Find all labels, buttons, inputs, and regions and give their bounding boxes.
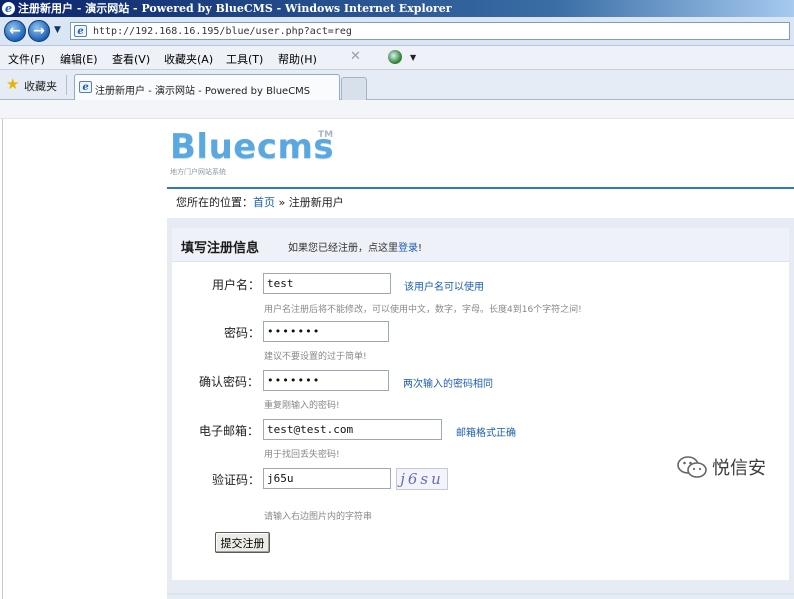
page-title: 填写注册信息: [181, 241, 260, 256]
page-icon: e: [74, 25, 87, 37]
submit-register-button[interactable]: 提交注册: [215, 532, 270, 553]
username-label: 用户名：: [212, 278, 261, 292]
login-hint-end: !: [418, 243, 423, 254]
breadcrumb-prefix: 您所在的位置：: [176, 196, 253, 209]
captcha-input[interactable]: [263, 468, 391, 489]
captcha-label: 验证码：: [212, 473, 261, 487]
breadcrumb: 您所在的位置：首页 » 注册新用户: [167, 187, 794, 211]
breadcrumb-current: 注册新用户: [288, 196, 344, 209]
username-hint: 用户名注册后将不能修改，可以使用中文，数字，字母。长度4到16个字符之间!: [264, 305, 582, 315]
logo-trademark: TM: [318, 130, 334, 140]
register-header: 填写注册信息 如果您已经注册，点这里登录!: [172, 228, 789, 262]
menu-bar: 文件(F) 编辑(E) 查看(V) 收藏夹(A) 工具(T) 帮助(H) ✕ ▼: [0, 46, 794, 70]
tools-icon[interactable]: [388, 50, 402, 64]
back-button[interactable]: ←: [4, 20, 26, 42]
browser-window: e 注册新用户 - 演示网站 - Powered by BlueCMS - Wi…: [0, 0, 794, 599]
close-icon[interactable]: ✕: [350, 49, 361, 64]
menu-view[interactable]: 查看(V): [112, 51, 150, 67]
page-top-strip: [0, 100, 794, 119]
chevron-down-icon[interactable]: ▼: [410, 53, 416, 62]
email-hint: 用于找回丢失密码!: [264, 450, 340, 460]
confirm-password-input[interactable]: [263, 370, 389, 391]
captcha-hint: 请输入右边图片内的字符串: [264, 512, 373, 522]
address-bar: e: [70, 22, 790, 40]
menu-edit[interactable]: 编辑(E): [60, 51, 98, 67]
menu-help[interactable]: 帮助(H): [278, 51, 317, 67]
url-input[interactable]: [93, 24, 783, 38]
password-label: 密码：: [224, 326, 261, 340]
window-title: 注册新用户 - 演示网站 - Powered by BlueCMS - Wind…: [18, 2, 452, 15]
password-hint: 建议不要设置的过于简单!: [264, 352, 367, 362]
favorites-button[interactable]: 收藏夹: [24, 78, 57, 94]
divider: [167, 593, 794, 595]
new-tab-button[interactable]: [341, 77, 367, 100]
tab-title: 注册新用户 - 演示网站 - Powered by BlueCMS: [95, 86, 311, 97]
watermark-text: 悦信安: [712, 458, 766, 479]
confirm-password-label: 确认密码：: [199, 375, 260, 389]
email-status: 邮箱格式正确: [456, 428, 516, 439]
favorites-bar: ★ 收藏夹 e 注册新用户 - 演示网站 - Powered by BlueCM…: [0, 70, 794, 100]
address-toolbar: ← → ▼ e: [0, 17, 794, 46]
divider: [2, 119, 3, 599]
login-link[interactable]: 登录: [398, 243, 418, 254]
confirm-password-status: 两次输入的密码相同: [403, 379, 493, 390]
divider: [66, 75, 67, 95]
recent-pages-dropdown-icon[interactable]: ▼: [54, 25, 61, 35]
wechat-icon: [677, 456, 707, 478]
breadcrumb-separator: »: [275, 196, 289, 209]
register-panel: 填写注册信息 如果您已经注册，点这里登录! 用户名： 该用户名可以使用 用户名注…: [167, 218, 794, 599]
logo-tagline: 地方门户网站系统: [170, 168, 226, 176]
login-hint: 如果您已经注册，点这里: [288, 243, 398, 254]
window-title-bar: e 注册新用户 - 演示网站 - Powered by BlueCMS - Wi…: [0, 0, 794, 17]
username-status: 该用户名可以使用: [404, 282, 484, 293]
email-input[interactable]: [263, 419, 442, 440]
register-form: 填写注册信息 如果您已经注册，点这里登录! 用户名： 该用户名可以使用 用户名注…: [172, 228, 789, 580]
menu-favorites[interactable]: 收藏夹(A): [164, 51, 213, 67]
menu-tools[interactable]: 工具(T): [226, 51, 263, 67]
logo-text: Bluecms: [170, 127, 335, 167]
breadcrumb-home-link[interactable]: 首页: [253, 196, 275, 209]
password-input[interactable]: [263, 321, 389, 342]
tab-active[interactable]: e 注册新用户 - 演示网站 - Powered by BlueCMS: [74, 74, 340, 100]
username-input[interactable]: [263, 273, 391, 294]
star-icon[interactable]: ★: [6, 76, 19, 92]
menu-file[interactable]: 文件(F): [8, 51, 45, 67]
site-logo[interactable]: Bluecms TM 地方门户网站系统: [170, 128, 334, 177]
page-icon: e: [79, 81, 92, 93]
forward-button[interactable]: →: [28, 20, 50, 42]
ie-logo-icon: e: [2, 2, 15, 15]
page-content: Bluecms TM 地方门户网站系统 您所在的位置：首页 » 注册新用户 填写…: [0, 100, 794, 599]
confirm-password-hint: 重复刚输入的密码!: [264, 401, 340, 411]
email-label: 电子邮箱：: [199, 424, 260, 438]
captcha-image[interactable]: j6su: [396, 468, 448, 490]
